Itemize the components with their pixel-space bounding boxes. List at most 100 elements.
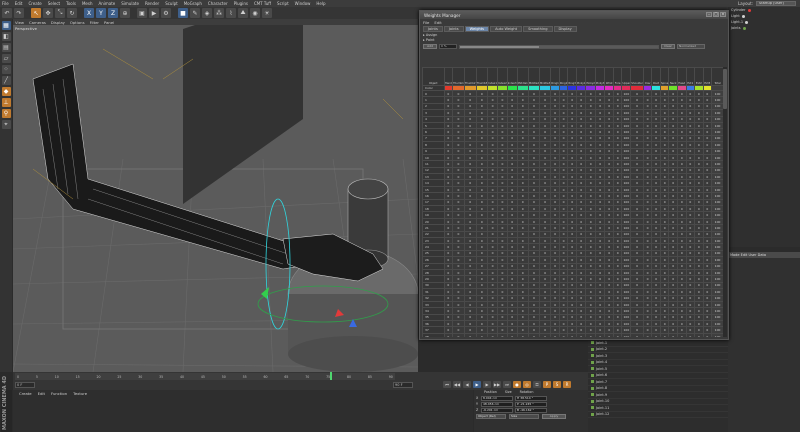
texture-mode-icon[interactable]: ▤ xyxy=(1,43,11,52)
joint-column-header[interactable]: Index1 xyxy=(487,67,498,86)
weight-cell[interactable]: 0 xyxy=(443,332,454,337)
tab-joints[interactable]: Joints xyxy=(443,26,464,32)
joint-check-icon[interactable] xyxy=(591,393,594,397)
deformer-icon[interactable]: ⌇ xyxy=(226,8,236,18)
viewport-menu-cameras[interactable]: Cameras xyxy=(29,20,46,25)
joint-check-icon[interactable] xyxy=(591,373,594,377)
wm-menu-edit[interactable]: Edit xyxy=(434,20,441,25)
coordinate-system-icon[interactable]: ⊕ xyxy=(120,8,130,18)
y-axis-icon[interactable]: Y xyxy=(96,8,106,18)
weights-scrollbar[interactable] xyxy=(723,67,727,337)
next-frame-icon[interactable]: ▶ xyxy=(483,381,491,388)
coords-mode-dropdown[interactable]: Object (Rel) xyxy=(476,414,506,419)
joint-column-header[interactable]: Head xyxy=(677,67,687,86)
playhead[interactable] xyxy=(330,372,333,380)
material-menu-edit[interactable]: Edit xyxy=(38,391,45,396)
axis-mode-icon[interactable]: ⊥ xyxy=(1,98,11,107)
weight-cell[interactable]: 0 xyxy=(452,332,465,337)
viewport-menu-filter[interactable]: Filter xyxy=(90,20,99,25)
weight-cell[interactable]: 0 xyxy=(567,332,577,337)
joint-column-header[interactable]: Index3 xyxy=(506,67,518,86)
move-icon[interactable]: ✥ xyxy=(43,8,53,18)
subdivision-icon[interactable]: ◈ xyxy=(202,8,212,18)
joint-check-icon[interactable] xyxy=(591,399,594,403)
weight-cell[interactable]: 0 xyxy=(694,332,704,337)
weight-cell[interactable]: 0 xyxy=(612,332,623,337)
tab-display[interactable]: Display xyxy=(553,26,577,32)
go-to-start-icon[interactable]: ⏮ xyxy=(443,381,451,388)
weight-cell[interactable]: 0 xyxy=(685,332,696,337)
weight-cell[interactable]: 0 xyxy=(659,332,670,337)
table-row[interactable]: 38 0 0 0 0 0 0 0 0 0 0 0 0 0 0 0 0 0 0 100 0 0 0 0 0 0 0 0 0 100 xyxy=(422,332,724,337)
position-key-icon[interactable]: P xyxy=(543,381,551,388)
menu-item-tools[interactable]: Tools xyxy=(66,1,76,6)
coords-apply-button[interactable]: Apply xyxy=(542,414,566,419)
make-editable-icon[interactable]: ▦ xyxy=(1,21,11,30)
joint-check-icon[interactable] xyxy=(591,360,594,364)
apply-mode-button[interactable]: Add xyxy=(423,44,437,49)
scale-key-icon[interactable]: S xyxy=(553,381,561,388)
weight-cell[interactable]: 0 xyxy=(575,332,587,337)
joint-column-header[interactable]: Shoulder xyxy=(630,67,644,86)
render-settings-icon[interactable]: ⚙ xyxy=(161,8,171,18)
clear-button[interactable]: Clear xyxy=(661,44,675,49)
joint-column-header[interactable]: Ring2 xyxy=(558,67,569,86)
position-field[interactable]: 8.004 cm xyxy=(481,395,513,401)
menu-item-cmt-tuff[interactable]: CMT Tuff xyxy=(254,1,271,6)
render-view-icon[interactable]: ▣ xyxy=(137,8,147,18)
rotation-key-icon[interactable]: R xyxy=(563,381,571,388)
light-icon[interactable]: ☀ xyxy=(262,8,272,18)
viewport-menu-options[interactable]: Options xyxy=(70,20,85,25)
viewport-menu-view[interactable]: View xyxy=(15,20,24,25)
object-row[interactable]: Joints xyxy=(728,25,800,31)
autokey-icon[interactable]: ◎ xyxy=(523,381,531,388)
joint-check-icon[interactable] xyxy=(591,380,594,384)
menu-item-window[interactable]: Window xyxy=(295,1,311,6)
end-frame-field[interactable]: 90 F xyxy=(393,382,413,388)
joint-column-header[interactable]: Middle3 xyxy=(539,67,552,86)
menu-item-select[interactable]: Select xyxy=(48,1,60,6)
polygons-mode-icon[interactable]: ◆ xyxy=(1,87,11,96)
tab-joints[interactable]: Joints xyxy=(423,26,443,32)
joint-column-header[interactable]: Ext3 xyxy=(702,67,713,86)
weight-cell[interactable]: 0 xyxy=(558,332,569,337)
cube-icon[interactable]: ■ xyxy=(178,8,188,18)
visibility-dot-icon[interactable] xyxy=(745,20,749,24)
joint-check-icon[interactable] xyxy=(591,367,594,371)
joint-column-header[interactable]: Ring3 xyxy=(567,67,577,86)
live-selection-icon[interactable]: ↖ xyxy=(31,8,41,18)
joint-column-header[interactable]: Hand xyxy=(443,67,454,86)
tab-weights[interactable]: Weights xyxy=(464,26,490,32)
viewport[interactable]: View Cameras Display Options Filter Panel Per… xyxy=(13,19,418,372)
weights-manager-titlebar[interactable]: Weights Manager – □ × xyxy=(420,11,728,19)
weight-cell[interactable]: 0 xyxy=(516,332,529,337)
weight-strength-slider[interactable] xyxy=(459,44,659,49)
joint-column-header[interactable]: Ext1 xyxy=(685,67,696,86)
next-key-icon[interactable]: ▶▶ xyxy=(493,381,501,388)
joint-check-icon[interactable] xyxy=(591,406,594,410)
record-icon[interactable]: ● xyxy=(513,381,521,388)
x-axis-icon[interactable]: X xyxy=(84,8,94,18)
viewport-menu-display[interactable]: Display xyxy=(51,20,65,25)
weight-cell[interactable]: 0 xyxy=(668,332,678,337)
points-mode-icon[interactable]: ⁘ xyxy=(1,65,11,74)
scrollbar-thumb[interactable] xyxy=(723,69,727,109)
joint-column-header[interactable]: Pinky2 xyxy=(585,67,596,86)
weight-cell[interactable]: 0 xyxy=(527,332,541,337)
weight-cell[interactable]: 0 xyxy=(475,332,489,337)
weight-cell[interactable]: 0 xyxy=(506,332,518,337)
menu-item-create[interactable]: Create xyxy=(28,1,41,6)
joint-column-header[interactable]: Middle1 xyxy=(516,67,529,86)
menu-item-help[interactable]: Help xyxy=(316,1,325,6)
keyframe-selection-icon[interactable]: ⚿ xyxy=(533,381,541,388)
material-menu-function[interactable]: Function xyxy=(51,391,67,396)
rotation-field[interactable]: H 38.514 ° xyxy=(515,395,547,401)
joint-column-header[interactable]: Ring1 xyxy=(550,67,560,86)
joint-column-header[interactable]: Ext2 xyxy=(694,67,704,86)
joint-column-header[interactable]: Fore xyxy=(612,67,623,86)
menu-item-mograph[interactable]: MoGraph xyxy=(184,1,202,6)
viewport-menu-panel[interactable]: Panel xyxy=(104,20,114,25)
tab-smoothing[interactable]: Smoothing xyxy=(523,26,553,32)
array-icon[interactable]: ⁂ xyxy=(214,8,224,18)
material-menu-create[interactable]: Create xyxy=(19,391,32,396)
